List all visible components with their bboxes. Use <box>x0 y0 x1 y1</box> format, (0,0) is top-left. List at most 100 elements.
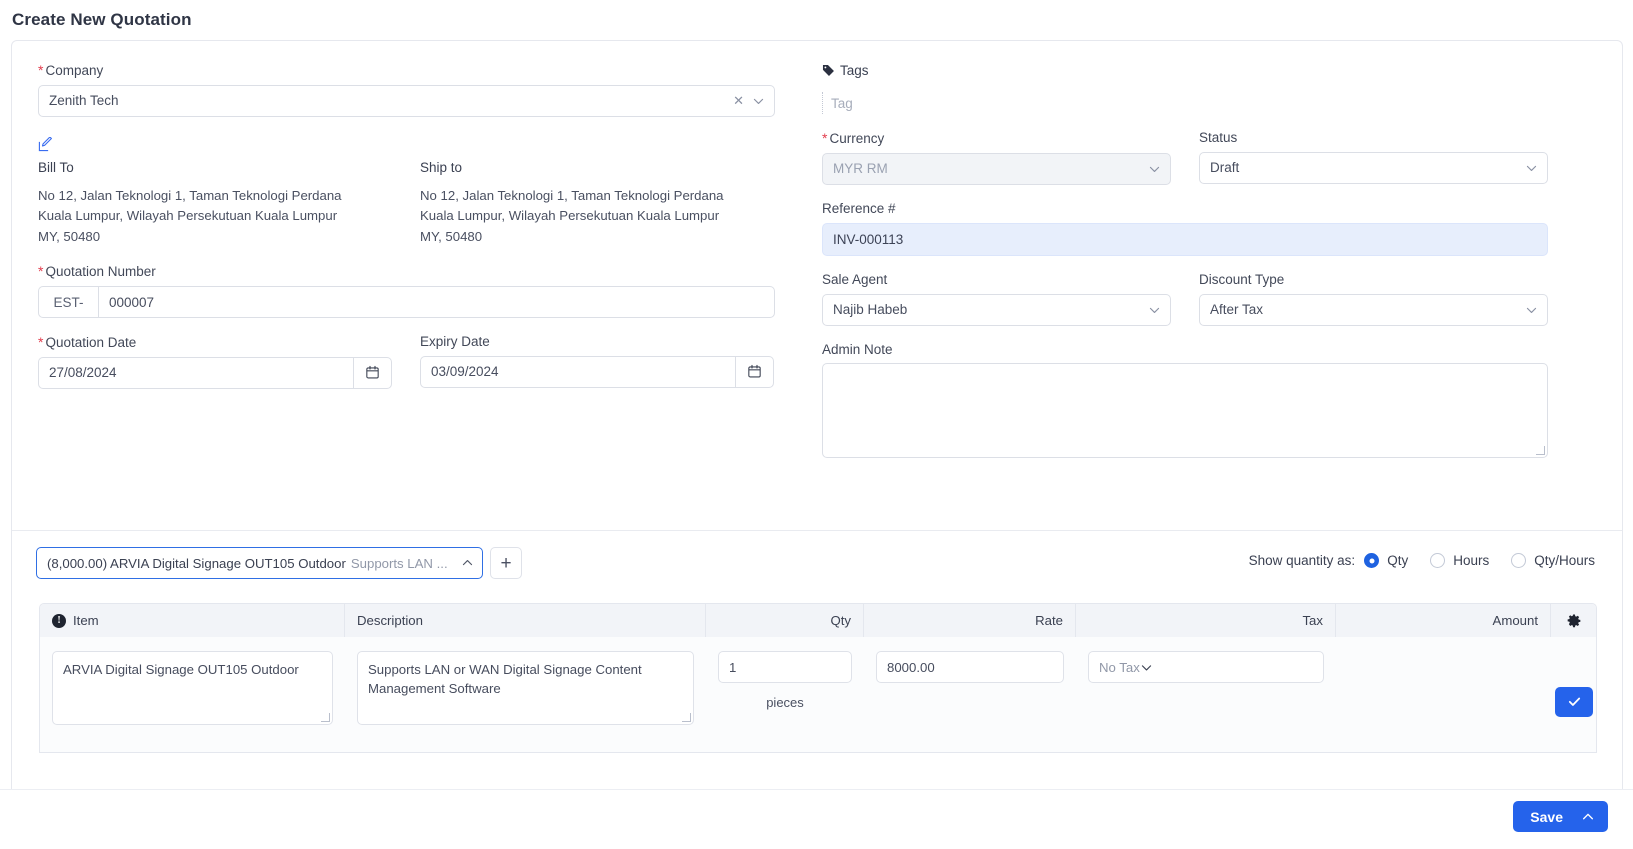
item-picker-sub-text: Supports LAN ... <box>350 555 448 571</box>
column-header-rate: Rate <box>864 604 1076 637</box>
resize-handle-icon[interactable] <box>682 713 691 722</box>
ship-to-block: Ship to No 12, Jalan Teknologi 1, Taman … <box>420 156 783 247</box>
reference-value: INV-000113 <box>833 231 904 247</box>
status-label: Status <box>1199 130 1238 145</box>
tags-label: Tags <box>840 63 869 78</box>
items-table-header: ! Item Description Qty Rate Tax Amount <box>40 604 1596 637</box>
confirm-row-button[interactable] <box>1555 686 1593 717</box>
currency-select[interactable]: MYR RM <box>822 152 1171 185</box>
item-search-select[interactable]: (8,000.00) ARVIA Digital Signage OUT105 … <box>36 547 483 579</box>
reference-label: Reference # <box>822 200 896 216</box>
item-picker-main-text: (8,000.00) ARVIA Digital Signage OUT105 … <box>47 555 346 571</box>
radio-hours[interactable]: Hours <box>1430 553 1489 568</box>
add-item-button[interactable]: + <box>490 547 522 579</box>
expiry-date-field[interactable]: 03/09/2024 <box>420 355 774 388</box>
quotation-date-input[interactable]: 27/08/2024 <box>38 356 353 389</box>
chevron-up-icon[interactable] <box>1581 810 1595 824</box>
item-tax-select[interactable]: No Tax <box>1088 651 1324 683</box>
item-description-value: Supports LAN or WAN Digital Signage Cont… <box>368 662 642 697</box>
resize-handle-icon[interactable] <box>321 713 330 722</box>
save-button[interactable]: Save <box>1513 801 1608 832</box>
company-select[interactable]: Zenith Tech ✕ <box>38 84 775 117</box>
chevron-down-icon[interactable] <box>1148 303 1161 316</box>
quotation-number-field[interactable]: EST- 000007 <box>38 286 775 319</box>
required-asterisk: * <box>38 334 44 351</box>
radio-qty-hours-indicator[interactable] <box>1511 553 1527 568</box>
row-description-cell: Supports LAN or WAN Digital Signage Cont… <box>345 651 706 752</box>
quotation-number-label: * Quotation Number <box>38 263 156 280</box>
tags-label-row: Tags <box>822 63 1548 78</box>
item-description-textarea[interactable]: Supports LAN or WAN Digital Signage Cont… <box>357 651 694 725</box>
column-header-item: ! Item <box>40 604 345 637</box>
row-action-cell <box>1551 651 1596 752</box>
calendar-icon[interactable] <box>735 355 774 388</box>
edit-pencil-icon[interactable] <box>38 136 53 152</box>
quotation-number-prefix: EST- <box>38 286 98 319</box>
sale-agent-select[interactable]: Najib Habeb <box>822 293 1171 326</box>
item-rate-input[interactable]: 8000.00 <box>876 651 1064 683</box>
calendar-icon[interactable] <box>353 356 392 389</box>
item-tax-value: No Tax <box>1099 659 1140 675</box>
chevron-up-icon[interactable] <box>461 557 474 570</box>
row-item-cell: ARVIA Digital Signage OUT105 Outdoor <box>40 651 345 752</box>
info-icon[interactable]: ! <box>52 613 66 628</box>
column-header-item-label: Item <box>73 613 99 628</box>
currency-label: * Currency <box>822 130 885 146</box>
ship-to-label: Ship to <box>420 159 463 175</box>
tags-input[interactable]: Tag <box>822 92 1548 114</box>
radio-hours-indicator[interactable] <box>1430 553 1446 568</box>
quantity-mode-label: Show quantity as: <box>1248 553 1356 568</box>
expiry-date-input[interactable]: 03/09/2024 <box>420 355 735 388</box>
column-header-description: Description <box>345 604 706 637</box>
ship-to-address: No 12, Jalan Teknologi 1, Taman Teknolog… <box>420 187 724 244</box>
items-section: (8,000.00) ARVIA Digital Signage OUT105 … <box>12 531 1622 753</box>
column-header-amount: Amount <box>1336 604 1551 637</box>
radio-qty-indicator[interactable] <box>1364 553 1380 568</box>
tags-placeholder: Tag <box>831 95 853 111</box>
admin-note-textarea[interactable] <box>822 363 1548 459</box>
bill-to-block: Bill To No 12, Jalan Teknologi 1, Taman … <box>38 156 420 247</box>
currency-value: MYR RM <box>833 161 888 177</box>
item-qty-input[interactable]: 1 <box>718 651 852 683</box>
required-asterisk: * <box>822 130 828 146</box>
check-icon <box>1567 694 1582 709</box>
radio-hours-label: Hours <box>1453 553 1490 568</box>
chevron-down-icon[interactable] <box>1525 303 1538 316</box>
chevron-down-icon[interactable] <box>1525 161 1538 174</box>
form-left-column: * Company Zenith Tech ✕ Bill To No 12, Ja… <box>38 62 783 389</box>
sale-agent-value: Najib Habeb <box>833 302 908 318</box>
radio-qty[interactable]: Qty <box>1364 553 1408 568</box>
status-select[interactable]: Draft <box>1199 151 1548 184</box>
resize-handle-icon[interactable] <box>1536 446 1545 456</box>
column-header-qty: Qty <box>706 604 864 637</box>
radio-qty-label: Qty <box>1387 553 1409 568</box>
reference-input[interactable]: INV-000113 <box>822 222 1548 256</box>
quotation-date-field[interactable]: 27/08/2024 <box>38 356 392 389</box>
discount-type-select[interactable]: After Tax <box>1199 293 1548 326</box>
row-tax-cell: No Tax <box>1076 651 1336 752</box>
chevron-down-icon[interactable] <box>752 94 765 107</box>
plus-icon: + <box>500 552 512 574</box>
row-rate-cell: 8000.00 <box>864 651 1076 752</box>
admin-note-label: Admin Note <box>822 341 893 357</box>
quotation-date-label: * Quotation Date <box>38 334 137 351</box>
item-qty-unit: pieces <box>766 695 804 710</box>
radio-qty-hours[interactable]: Qty/Hours <box>1511 553 1595 568</box>
save-button-label: Save <box>1530 808 1563 825</box>
item-name-textarea[interactable]: ARVIA Digital Signage OUT105 Outdoor <box>52 651 333 725</box>
quotation-form-card: * Company Zenith Tech ✕ Bill To No 12, Ja… <box>11 40 1623 810</box>
quotation-number-input[interactable]: 000007 <box>98 286 775 319</box>
form-footer: Save <box>0 789 1633 849</box>
expiry-date-label: Expiry Date <box>420 334 490 350</box>
chevron-down-icon[interactable] <box>1140 661 1153 674</box>
company-label: * Company <box>38 62 104 78</box>
close-icon[interactable]: ✕ <box>733 93 744 109</box>
form-upper-section: * Company Zenith Tech ✕ Bill To No 12, Ja… <box>12 41 1622 531</box>
status-value: Draft <box>1210 160 1240 176</box>
item-picker-row: (8,000.00) ARVIA Digital Signage OUT105 … <box>12 531 1622 593</box>
items-table: ! Item Description Qty Rate Tax Amount A… <box>39 603 1597 753</box>
bill-to-address: No 12, Jalan Teknologi 1, Taman Teknolog… <box>38 187 342 244</box>
discount-type-label: Discount Type <box>1199 271 1285 287</box>
gear-icon[interactable] <box>1551 604 1596 637</box>
sale-agent-label: Sale Agent <box>822 271 888 287</box>
